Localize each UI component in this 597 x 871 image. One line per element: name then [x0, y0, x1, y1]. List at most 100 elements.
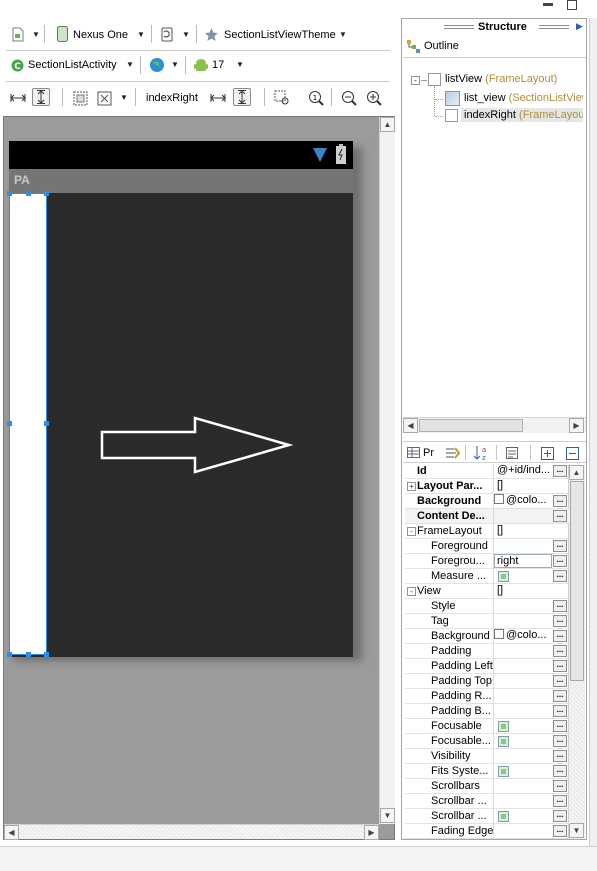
edit-property-button[interactable]: ... [553, 825, 567, 837]
selection-handle[interactable] [7, 421, 12, 426]
property-value[interactable] [494, 614, 552, 628]
zoom-in-icon[interactable] [365, 89, 383, 107]
edit-property-button[interactable]: ... [553, 645, 567, 657]
selection-handle[interactable] [26, 191, 31, 196]
property-row[interactable]: Measure ...... [405, 569, 570, 584]
layout-file-icon[interactable] [11, 26, 25, 42]
minimize-icon[interactable] [543, 3, 553, 6]
property-value[interactable]: [] [494, 479, 552, 493]
scroll-down-button[interactable]: ▼ [569, 823, 584, 838]
edit-property-button[interactable]: ... [553, 495, 567, 507]
filter-icon[interactable] [444, 445, 460, 461]
match-width-icon[interactable] [209, 89, 227, 107]
chevron-down-icon[interactable]: ▼ [236, 60, 244, 69]
property-row[interactable]: Padding Left... [405, 659, 570, 674]
edit-property-button[interactable]: ... [553, 510, 567, 522]
selection-handle[interactable] [26, 652, 31, 657]
property-row[interactable]: Scrollbar ...... [405, 809, 570, 824]
edit-property-button[interactable]: ... [553, 675, 567, 687]
zoom-real-size-icon[interactable] [273, 89, 291, 107]
chevron-down-icon[interactable]: ▼ [171, 60, 179, 69]
chevron-down-icon[interactable]: ▼ [339, 30, 347, 39]
fit-to-screen-icon[interactable] [95, 89, 113, 107]
zoom-out-icon[interactable] [340, 89, 358, 107]
chevron-down-icon[interactable]: ▼ [126, 60, 134, 69]
index-right-view[interactable] [9, 193, 47, 655]
edit-property-button[interactable]: ... [553, 630, 567, 642]
globe-icon[interactable] [149, 57, 165, 73]
scroll-left-button[interactable]: ◀ [4, 825, 19, 840]
property-row[interactable]: Id @+id/ind...... [405, 464, 570, 479]
collapse-all-icon[interactable] [565, 446, 579, 460]
collapse-icon[interactable]: - [407, 587, 416, 596]
edit-property-button[interactable]: ... [553, 690, 567, 702]
edit-property-button[interactable]: ... [553, 570, 567, 582]
canvas-vertical-scrollbar[interactable]: ▲ ▼ [379, 117, 395, 824]
collapse-icon[interactable]: - [407, 527, 416, 536]
property-value[interactable] [494, 824, 552, 838]
property-row[interactable]: Focusable... [405, 719, 570, 734]
property-row[interactable]: Scrollbar ...... [405, 794, 570, 809]
zoom-100-icon[interactable]: 1 [307, 89, 325, 107]
property-value[interactable] [494, 644, 552, 658]
chevron-down-icon[interactable]: ▼ [137, 30, 145, 39]
expand-icon[interactable]: + [407, 482, 416, 491]
property-row[interactable]: Foreground... [405, 539, 570, 554]
scroll-down-button[interactable]: ▼ [380, 808, 395, 823]
selection-handle[interactable] [7, 191, 12, 196]
layout-canvas[interactable]: PA ▲ ▼ ◀ ▶ [3, 116, 395, 840]
edit-property-button[interactable]: ... [553, 705, 567, 717]
property-value[interactable] [494, 749, 552, 763]
edit-property-button[interactable]: ... [553, 720, 567, 732]
edit-property-button[interactable]: ... [553, 615, 567, 627]
properties-vertical-scrollbar[interactable]: ▲ ▼ [568, 465, 585, 839]
advanced-properties-icon[interactable] [505, 446, 521, 460]
scroll-right-button[interactable]: ▶ [364, 825, 379, 840]
property-value[interactable]: @colo... [494, 629, 552, 643]
api-level-selector[interactable]: 17 [212, 59, 224, 71]
scroll-thumb[interactable] [570, 481, 584, 681]
properties-tab-label[interactable]: Pr [423, 447, 434, 459]
property-value[interactable] [494, 689, 552, 703]
property-checkbox[interactable] [498, 571, 509, 582]
edit-property-button[interactable]: ... [553, 765, 567, 777]
structure-menu-icon[interactable]: ▶ [576, 21, 583, 32]
activity-selector[interactable]: SectionListActivity [28, 59, 117, 71]
scroll-up-button[interactable]: ▲ [569, 465, 584, 480]
property-row[interactable]: - View [] [405, 584, 570, 599]
property-row[interactable]: Tag... [405, 614, 570, 629]
scroll-left-button[interactable]: ◀ [403, 418, 418, 433]
property-row[interactable]: - FrameLayout [] [405, 524, 570, 539]
edit-property-button[interactable]: ... [553, 660, 567, 672]
edit-property-button[interactable]: ... [553, 555, 567, 567]
edit-property-button[interactable]: ... [553, 600, 567, 612]
selection-handle[interactable] [7, 652, 12, 657]
property-value[interactable] [494, 509, 552, 523]
canvas-horizontal-scrollbar[interactable]: ◀ ▶ [4, 824, 379, 840]
property-checkbox[interactable] [498, 736, 509, 747]
edit-property-button[interactable]: ... [553, 540, 567, 552]
property-row[interactable]: Padding... [405, 644, 570, 659]
chevron-down-icon[interactable]: ▼ [32, 30, 40, 39]
property-row[interactable]: + Layout Par... [] [405, 479, 570, 494]
property-value[interactable] [494, 539, 552, 553]
expand-all-icon[interactable] [540, 446, 554, 460]
property-value[interactable]: [] [494, 584, 552, 598]
property-checkbox[interactable] [498, 721, 509, 732]
property-value[interactable] [494, 599, 552, 613]
outline-horizontal-scrollbar[interactable]: ◀ ▶ [403, 417, 586, 433]
property-value[interactable]: @colo... [494, 494, 552, 508]
property-value[interactable] [494, 674, 552, 688]
outline-tab[interactable]: Outline [403, 36, 586, 58]
property-row[interactable]: Visibility... [405, 749, 570, 764]
property-value[interactable]: right [494, 554, 552, 568]
property-row[interactable]: Padding Top... [405, 674, 570, 689]
edit-property-button[interactable]: ... [553, 780, 567, 792]
tree-item-listview[interactable]: listView (FrameLayout) [445, 73, 557, 85]
tree-item-list-view[interactable]: list_view (SectionListView [464, 92, 583, 104]
property-row[interactable]: Fading Edge... [405, 824, 570, 839]
scroll-right-button[interactable]: ▶ [569, 418, 584, 433]
device-selector[interactable]: Nexus One [73, 29, 128, 41]
property-checkbox[interactable] [498, 766, 509, 777]
edit-property-button[interactable]: ... [553, 750, 567, 762]
